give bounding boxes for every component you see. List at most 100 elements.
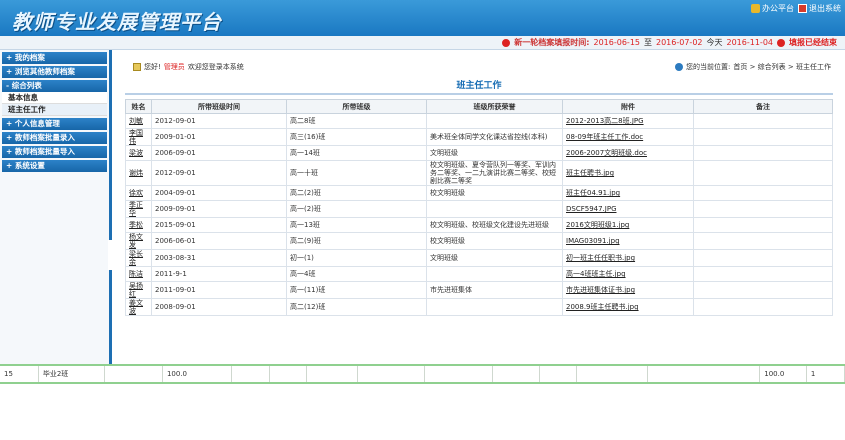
teacher-name-link[interactable]: 陈洁 xyxy=(129,270,143,278)
table-row: 吴扬红 2011-09-01 高一(11)班 市先进班集体 市先进班集体证书.jpg xyxy=(125,281,833,299)
page-title: 班主任工作 xyxy=(125,77,833,95)
attachment-cell: DSCF5947.JPG xyxy=(562,200,694,218)
attachment-link[interactable]: 2016文明班级1.jpg xyxy=(566,221,629,229)
table-row: 梁波 2006-09-01 高一14班 文明班级 2006-2007文明班级.doc xyxy=(125,145,833,161)
teacher-name-link[interactable]: 吴扬红 xyxy=(129,282,143,298)
attachment-link[interactable]: 08-09年班主任工作.doc xyxy=(566,133,643,141)
summary-cell: 100.0 xyxy=(162,366,232,382)
class-cell: 高一十班 xyxy=(286,160,427,186)
teacher-name-link[interactable]: 谢炜 xyxy=(129,169,143,177)
column-header[interactable]: 所带班级时间 xyxy=(151,99,287,114)
teacher-name-link[interactable]: 李国伟 xyxy=(129,129,143,145)
sidebar-subitem-basic-info[interactable]: 基本信息 xyxy=(2,92,107,104)
summary-strip: 15 毕业2班 100.0 100.0 1 xyxy=(0,364,845,384)
teacher-name-cell: 徐欢 xyxy=(125,185,152,201)
app-header: 教师专业发展管理平台 办公平台 退出系统 xyxy=(0,0,845,36)
honor-cell: 校文明班级 xyxy=(426,185,563,201)
teacher-name-cell: 刘敏 xyxy=(125,113,152,129)
class-cell: 高三(16)班 xyxy=(286,128,427,146)
teacher-name-link[interactable]: 杨文发 xyxy=(129,233,143,249)
table-row: 梁长余 2003-08-31 初一(1) 文明班级 初一班主任任职书.jpg xyxy=(125,249,833,267)
teacher-name-cell: 梁波 xyxy=(125,145,152,161)
attachment-cell: 初一班主任任职书.jpg xyxy=(562,249,694,267)
honor-cell: 市先进班集体 xyxy=(426,281,563,299)
note-cell xyxy=(693,266,833,282)
attachment-link[interactable]: DSCF5947.JPG xyxy=(566,205,617,213)
teacher-name-link[interactable]: 梁波 xyxy=(129,149,143,157)
attachment-cell: 2006-2007文明班级.doc xyxy=(562,145,694,161)
teacher-name-link[interactable]: 姜文波 xyxy=(129,299,143,315)
class-cell: 高二8班 xyxy=(286,113,427,129)
class-cell: 高一(2)班 xyxy=(286,200,427,218)
note-cell xyxy=(693,232,833,250)
teacher-name-link[interactable]: 季松 xyxy=(129,221,143,229)
sidebar: + 我的档案 + 浏览其他教师档案 - 综合列表 基本信息 班主任工作 + 个人… xyxy=(0,50,112,364)
table-row: 季正华 2009-09-01 高一(2)班 DSCF5947.JPG xyxy=(125,200,833,218)
attachment-link[interactable]: 初一班主任任职书.jpg xyxy=(566,254,635,262)
column-header[interactable]: 附件 xyxy=(562,99,694,114)
sidebar-item-batch-entry[interactable]: + 教师档案批量录入 xyxy=(2,132,107,144)
attachment-link[interactable]: 2012-2013高二8班.JPG xyxy=(566,117,644,125)
sidebar-item-system-settings[interactable]: + 系统设置 xyxy=(2,160,107,172)
attachment-cell: 高一4班班主任.jpg xyxy=(562,266,694,282)
breadcrumb[interactable]: 首页 > 综合列表 > 班主任工作 xyxy=(733,62,831,72)
sidebar-subitem-class-teacher[interactable]: 班主任工作 xyxy=(2,104,107,116)
attachment-link[interactable]: 市先进班集体证书.jpg xyxy=(566,286,635,294)
attachment-link[interactable]: 2008.9班主任聘书.jpg xyxy=(566,303,639,311)
sidebar-item-browse-archives[interactable]: + 浏览其他教师档案 xyxy=(2,66,107,78)
summary-cell xyxy=(104,366,163,382)
attachment-link[interactable]: 高一4班班主任.jpg xyxy=(566,270,626,278)
class-cell: 高一4班 xyxy=(286,266,427,282)
attachment-cell: 市先进班集体证书.jpg xyxy=(562,281,694,299)
class-cell: 高一(11)班 xyxy=(286,281,427,299)
attachment-link[interactable]: IMAG03091.jpg xyxy=(566,237,620,245)
column-header[interactable]: 所带班级 xyxy=(286,99,427,114)
teacher-name-link[interactable]: 徐欢 xyxy=(129,189,143,197)
honor-cell: 校文明班级 xyxy=(426,232,563,250)
main-content: 您好! 管理员 欢迎您登录本系统 您的当前位置: 首页 > 综合列表 > 班主任… xyxy=(115,50,845,364)
sidebar-collapse-handle[interactable] xyxy=(108,240,112,270)
sidebar-item-my-archive[interactable]: + 我的档案 xyxy=(2,52,107,64)
summary-cell: 15 xyxy=(0,366,39,382)
summary-cell xyxy=(306,366,358,382)
column-header[interactable]: 备注 xyxy=(693,99,833,114)
teacher-name-link[interactable]: 刘敏 xyxy=(129,117,143,125)
teacher-name-cell: 杨文发 xyxy=(125,232,152,250)
logout-button[interactable]: 退出系统 xyxy=(798,3,841,14)
teacher-name-cell: 姜文波 xyxy=(125,298,152,316)
note-cell xyxy=(693,113,833,129)
class-time-cell: 2009-01-01 xyxy=(151,128,287,146)
office-platform-button[interactable]: 办公平台 xyxy=(751,3,794,14)
sidebar-item-batch-import[interactable]: + 教师档案批量导入 xyxy=(2,146,107,158)
attachment-link[interactable]: 班主任聘书.jpg xyxy=(566,169,614,177)
records-table: 姓名 所带班级时间 所带班级 班级所获荣誉 附件 备注 刘敏 2012-09-01… xyxy=(125,99,833,316)
summary-cell: 100.0 xyxy=(759,366,807,382)
class-time-cell: 2003-08-31 xyxy=(151,249,287,267)
teacher-name-cell: 李国伟 xyxy=(125,128,152,146)
sidebar-item-summary-list[interactable]: - 综合列表 xyxy=(2,80,107,92)
teacher-name-link[interactable]: 季正华 xyxy=(129,201,143,217)
warning-icon xyxy=(502,38,511,47)
note-cell xyxy=(693,128,833,146)
teacher-name-cell: 梁长余 xyxy=(125,249,152,267)
column-header[interactable]: 姓名 xyxy=(125,99,152,114)
class-time-cell: 2012-09-01 xyxy=(151,160,287,186)
attachment-link[interactable]: 2006-2007文明班级.doc xyxy=(566,149,647,157)
class-time-cell: 2006-09-01 xyxy=(151,145,287,161)
table-row: 季松 2015-09-01 高一13班 校文明班级、校班级文化建设先进班级 2016文明… xyxy=(125,217,833,233)
teacher-name-cell: 季松 xyxy=(125,217,152,233)
sidebar-item-personal-info[interactable]: + 个人信息管理 xyxy=(2,118,107,130)
honor-cell xyxy=(426,200,563,218)
attachment-link[interactable]: 班主任04.91.jpg xyxy=(566,189,620,197)
class-time-cell: 2004-09-01 xyxy=(151,185,287,201)
attachment-cell: IMAG03091.jpg xyxy=(562,232,694,250)
note-cell xyxy=(693,249,833,267)
note-cell xyxy=(693,298,833,316)
honor-cell: 校文明班级、校班级文化建设先进班级 xyxy=(426,217,563,233)
attachment-cell: 2012-2013高二8班.JPG xyxy=(562,113,694,129)
column-header[interactable]: 班级所获荣誉 xyxy=(426,99,563,114)
note-cell xyxy=(693,160,833,186)
class-time-cell: 2011-9-1 xyxy=(151,266,287,282)
teacher-name-link[interactable]: 梁长余 xyxy=(129,250,143,266)
class-time-cell: 2011-09-01 xyxy=(151,281,287,299)
